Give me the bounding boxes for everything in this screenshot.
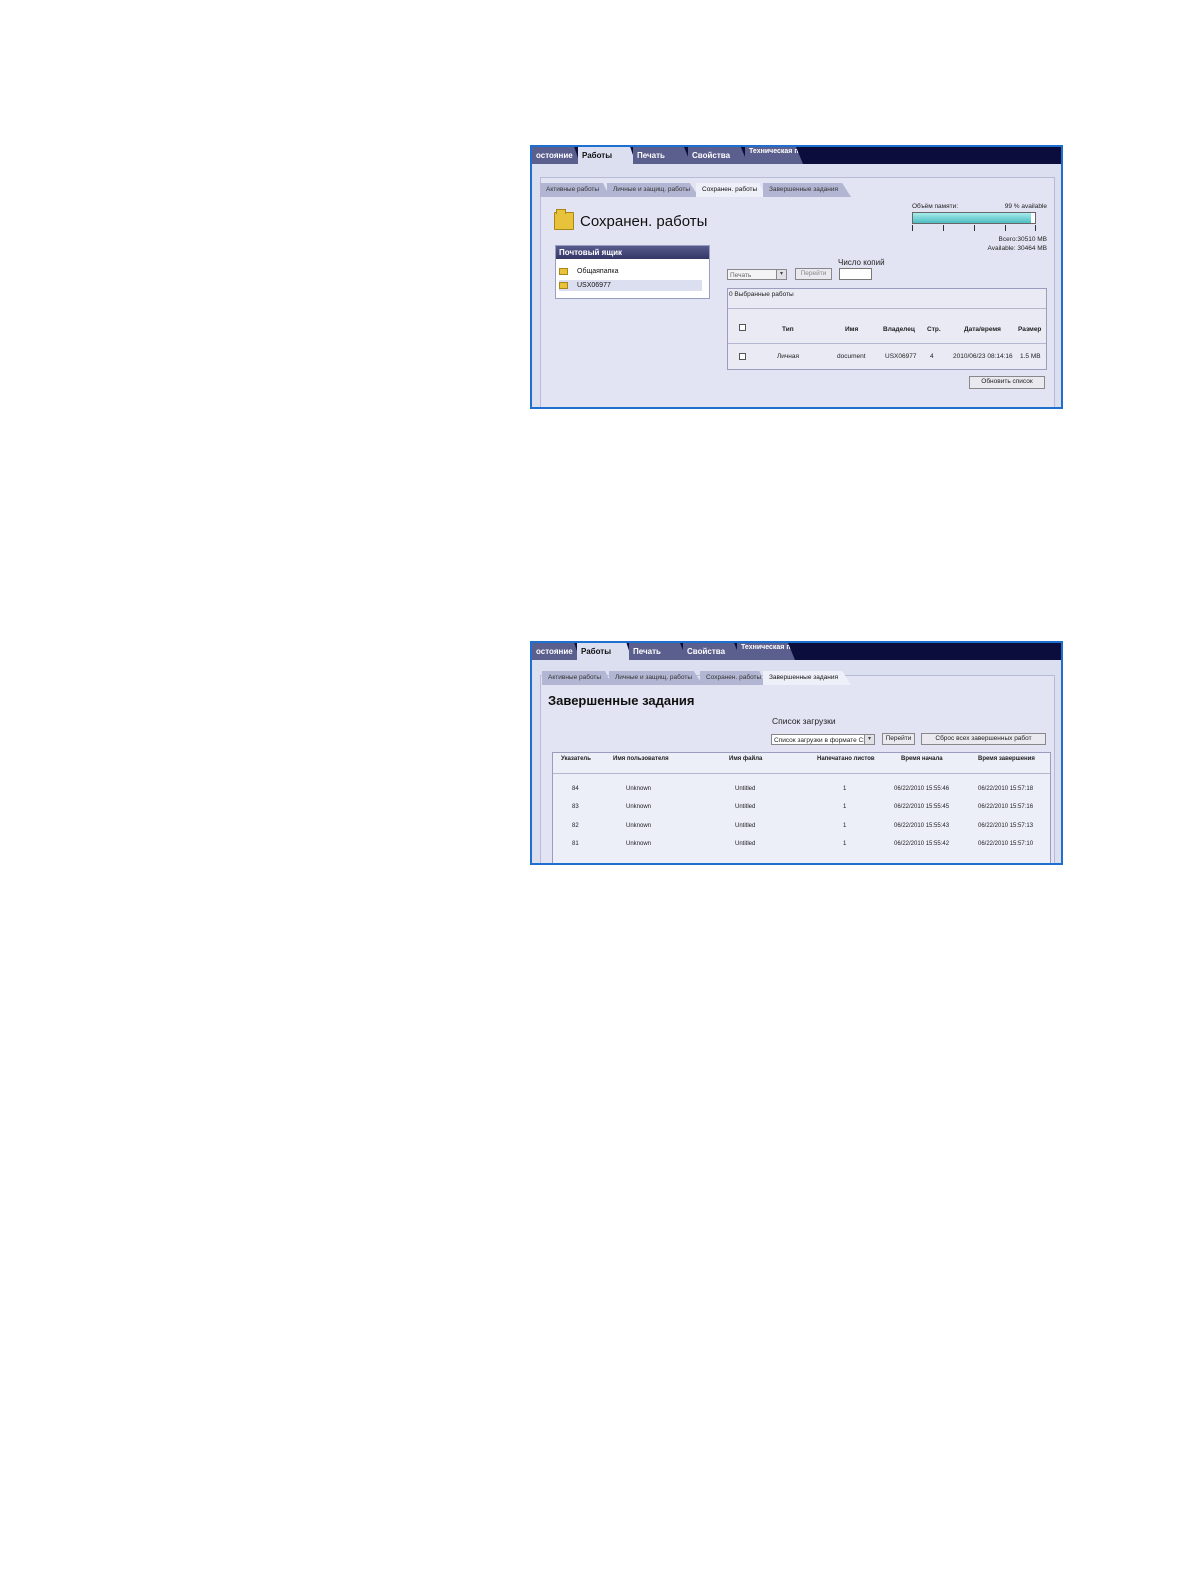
cell-user: Unknown [626,823,652,829]
tab-jobs[interactable]: Работы [578,147,636,164]
memory-total: Всего:30510 MB [998,236,1047,243]
cell-file: Untitled [735,786,756,792]
subtab-completed-jobs[interactable]: Завершенные задания [763,183,851,197]
column-header: Размер [1018,326,1042,333]
cell-type: Личная [777,353,800,360]
download-format-select[interactable]: Список загрузки в формате CSV ▾ [771,733,875,745]
column-header: Тип [782,326,794,333]
cell-sheets: 1 [843,841,847,847]
cell-user: Unknown [626,841,652,847]
subtab-active-jobs[interactable]: Активные работы [540,183,610,197]
cell-datetime: 2010/06/23 08:14:16 [953,353,1013,360]
memory-bar [912,212,1036,224]
tab-print[interactable]: Печать [633,147,691,164]
row-checkbox[interactable] [739,353,746,360]
go-button[interactable]: Перейти [795,268,832,280]
mailbox-item-user-folder[interactable]: USX06977 [559,280,702,291]
page-title: Завершенные задания [548,693,695,708]
cell-sheets: 1 [843,804,847,810]
memory-available: Available: 30464 MB [987,245,1047,252]
subtab-completed-jobs[interactable]: Завершенные задания [763,671,851,685]
cell-sheets: 1 [843,786,847,792]
chevron-down-icon: ▾ [776,269,786,279]
cell-start: 06/22/2010 15:55:43 [894,823,950,829]
cell-end: 06/22/2010 15:57:16 [978,804,1034,810]
cell-file: Untitled [735,823,756,829]
saved-jobs-screenshot: остояние Работы Печать Свойства Техничес… [530,145,1063,409]
cell-start: 06/22/2010 15:55:45 [894,804,950,810]
cell-name: document [837,353,866,360]
completed-jobs-table: Указатель Имя пользователя Имя файла Нап… [552,752,1051,863]
tab-jobs[interactable]: Работы [577,643,632,660]
memory-ticks [912,225,1036,231]
cell-end: 06/22/2010 15:57:18 [978,786,1034,792]
cell-sheets: 1 [843,823,847,829]
column-header: Указатель [561,756,591,762]
copies-input[interactable] [839,268,872,280]
chevron-down-icon: ▾ [864,734,874,744]
column-header: Время начала [901,756,943,762]
tab-support[interactable]: Техническая поддержка [745,147,803,164]
cell-index: 84 [572,786,579,792]
download-list-label: Список загрузки [772,716,836,726]
memory-bar-fill [913,213,1032,223]
cell-index: 81 [572,841,579,847]
go-button[interactable]: Перейти [882,733,915,745]
cell-index: 82 [572,823,579,829]
tab-print[interactable]: Печать [629,643,687,660]
cell-end: 06/22/2010 15:57:13 [978,823,1034,829]
folder-icon [559,268,568,275]
subtab-active-jobs[interactable]: Активные работы [542,671,612,685]
action-select[interactable]: Печать ▾ [727,268,787,280]
cell-index: 83 [572,804,579,810]
action-controls: Печать ▾ Перейти [727,268,872,280]
subtab-personal-secure-jobs[interactable]: Личные и защищ. работы [607,183,699,197]
tab-properties[interactable]: Свойства [683,643,741,660]
subtab-personal-secure-jobs[interactable]: Личные и защищ. работы [609,671,703,685]
top-nav: остояние Работы Печать Свойства Техничес… [532,643,1061,660]
cell-user: Unknown [626,786,652,792]
tab-status[interactable]: остояние [532,643,580,660]
select-all-checkbox[interactable] [739,324,746,331]
mailbox-panel: Почтовый ящик Общаяпапка USX06977 [555,245,710,299]
page-title: Сохранен. работы [580,212,708,230]
column-header: Имя пользователя [613,756,669,762]
tab-properties[interactable]: Свойства [688,147,748,164]
folder-icon [559,282,568,289]
cell-pages: 4 [930,353,934,360]
tab-status[interactable]: остояние [532,147,580,164]
column-header: Дата/время [964,326,1001,333]
cell-owner: USX06977 [885,353,917,360]
cell-size: 1.5 MB [1020,353,1041,360]
cell-start: 06/22/2010 15:55:46 [894,786,950,792]
saved-jobs-table: 0 Выбранные работы Тип Имя Владелец Стр.… [727,288,1047,370]
refresh-list-button[interactable]: Обновить список [969,376,1045,389]
cell-file: Untitled [735,841,756,847]
completed-jobs-screenshot: остояние Работы Печать Свойства Техничес… [530,641,1063,865]
mailbox-item-public-folder[interactable]: Общаяпапка [559,266,702,277]
column-header: Имя файла [729,756,763,762]
reset-completed-jobs-button[interactable]: Сброс всех завершенных работ [921,733,1046,745]
column-header: Время завершения [978,756,1035,762]
column-header: Владелец [883,326,915,333]
cell-file: Untitled [735,804,756,810]
column-header: Напечатано листов [817,756,875,762]
copies-label: Число копий [838,258,885,267]
cell-end: 06/22/2010 15:57:10 [978,841,1034,847]
title-area: Сохранен. работы [554,209,708,230]
memory-label: Объём памяти: [912,203,959,210]
tab-support[interactable]: Техническая поддержка [737,643,795,660]
download-controls: Список загрузки в формате CSV ▾ Перейти … [771,733,1046,745]
memory-available-percent: 99 % available [1004,203,1047,210]
column-header: Имя [845,326,859,333]
selected-jobs-count: 0 Выбранные работы [729,291,794,298]
subtab-saved-jobs[interactable]: Сохранен. работы [696,183,766,197]
subtab-saved-jobs[interactable]: Сохранен. работы [700,671,766,685]
column-header: Стр. [927,326,941,333]
mailbox-header: Почтовый ящик [556,246,709,259]
cell-start: 06/22/2010 15:55:42 [894,841,950,847]
top-nav: остояние Работы Печать Свойства Техничес… [532,147,1061,164]
saved-jobs-folder-icon [554,209,574,230]
cell-user: Unknown [626,804,652,810]
